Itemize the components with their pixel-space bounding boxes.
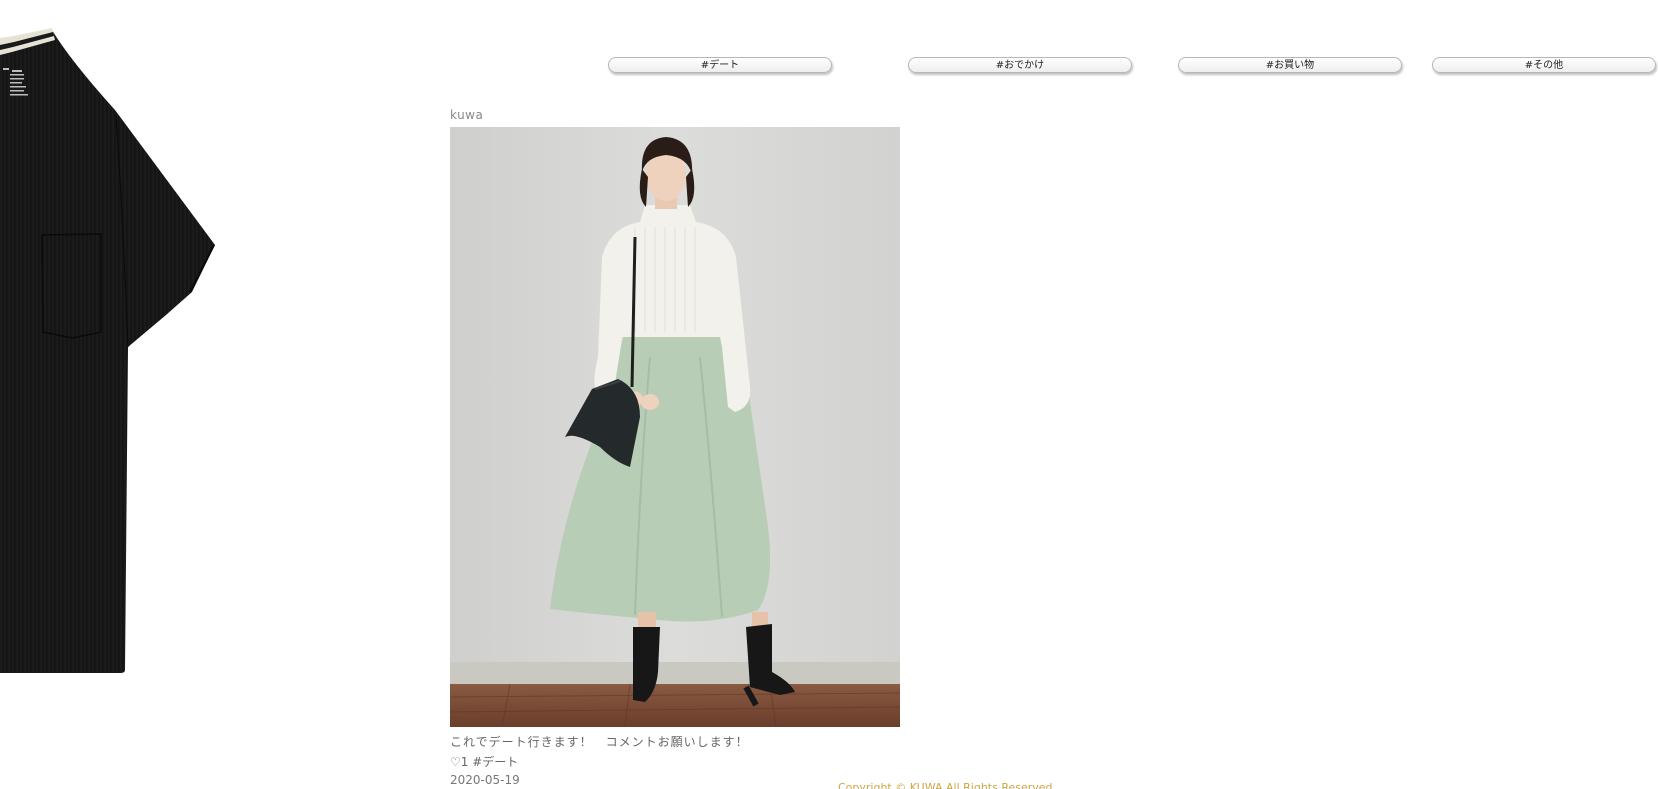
tag-button-shopping[interactable]: #お買い物 — [1178, 57, 1402, 73]
post-username[interactable]: kuwa — [450, 108, 483, 122]
heart-icon[interactable]: ♡ — [450, 755, 461, 769]
post-date: 2020-05-19 — [450, 773, 520, 787]
tag-button-outing[interactable]: #おでかけ — [908, 57, 1132, 73]
page: #デート #おでかけ #お買い物 #その他 kuwa これでデート行きます！ コ… — [0, 0, 1658, 789]
post-tag-link[interactable]: #デート — [472, 753, 518, 770]
tag-button-date[interactable]: #デート — [608, 57, 832, 73]
post-photo[interactable] — [450, 127, 900, 727]
post-meta: ♡1 #デート — [450, 753, 518, 770]
copyright-text: Copyright © KUWA All Rights Reserved — [838, 781, 1053, 789]
like-count: 1 — [460, 755, 469, 769]
tshirt-image — [0, 28, 215, 673]
tag-button-other[interactable]: #その他 — [1432, 57, 1656, 73]
post-caption: これでデート行きます！ コメントお願いします！ — [450, 735, 749, 749]
